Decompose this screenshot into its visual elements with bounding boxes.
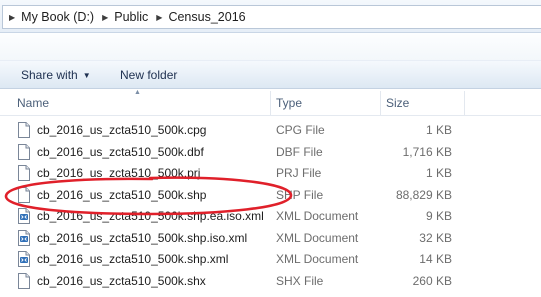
- share-with-label: Share with: [21, 68, 78, 82]
- chevron-right-icon[interactable]: ▶: [9, 13, 15, 22]
- file-size: 88,829 KB: [395, 187, 452, 202]
- blank-file-icon: [18, 272, 30, 289]
- file-name[interactable]: cb_2016_us_zcta510_500k.prj: [37, 166, 200, 180]
- file-row[interactable]: cb_2016_us_zcta510_500k.prj PRJ File 1 KB: [0, 163, 541, 184]
- file-name[interactable]: cb_2016_us_zcta510_500k.shx: [37, 274, 206, 288]
- menu-band: [0, 33, 541, 60]
- breadcrumb[interactable]: ▶ My Book (D:) ▶ Public ▶ Census_2016: [2, 5, 541, 29]
- new-folder-button[interactable]: New folder: [120, 68, 177, 82]
- file-size: 260 KB: [412, 273, 452, 288]
- column-header-type[interactable]: Type: [276, 96, 302, 110]
- file-type: DBF File: [276, 144, 323, 159]
- share-with-button[interactable]: Share with ▼: [21, 68, 91, 82]
- xml-document-icon: [18, 208, 30, 224]
- column-divider[interactable]: [270, 91, 271, 115]
- file-row[interactable]: cb_2016_us_zcta510_500k.shp.iso.xml XML D…: [0, 228, 541, 249]
- column-header-size[interactable]: Size: [386, 96, 409, 110]
- file-type: PRJ File: [276, 166, 322, 180]
- file-type: XML Document: [276, 252, 359, 266]
- address-bar: ▶ My Book (D:) ▶ Public ▶ Census_2016: [0, 0, 541, 33]
- column-divider[interactable]: [464, 91, 465, 115]
- file-size: 14 KB: [419, 252, 452, 266]
- sort-ascending-icon: ▲: [134, 89, 141, 96]
- file-type: SHX File: [276, 273, 324, 288]
- file-row[interactable]: cb_2016_us_zcta510_500k.dbf DBF File 1,716…: [0, 142, 541, 163]
- file-row[interactable]: cb_2016_us_zcta510_500k.shp.ea.iso.xml XM…: [0, 206, 541, 227]
- blank-file-icon: [18, 143, 30, 160]
- file-name[interactable]: cb_2016_us_zcta510_500k.shp.iso.xml: [37, 231, 247, 245]
- file-type: SHP File: [276, 187, 324, 202]
- command-toolbar: Share with ▼ New folder: [0, 60, 541, 89]
- chevron-right-icon[interactable]: ▶: [156, 13, 162, 22]
- breadcrumb-census-2016[interactable]: Census_2016: [168, 10, 245, 24]
- xml-document-icon: [18, 251, 30, 267]
- file-name[interactable]: cb_2016_us_zcta510_500k.shp: [37, 188, 206, 202]
- file-row[interactable]: cb_2016_us_zcta510_500k.shp.xml XML Docum…: [0, 249, 541, 270]
- column-header-name[interactable]: Name: [17, 96, 49, 110]
- file-type: XML Document: [276, 209, 359, 223]
- file-name[interactable]: cb_2016_us_zcta510_500k.cpg: [37, 123, 206, 137]
- blank-file-icon: [18, 122, 30, 138]
- file-name[interactable]: cb_2016_us_zcta510_500k.shp.xml: [37, 252, 228, 266]
- file-size: 32 KB: [419, 230, 452, 245]
- file-type: XML Document: [276, 230, 359, 245]
- xml-document-icon: [18, 229, 30, 246]
- file-name[interactable]: cb_2016_us_zcta510_500k.shp.ea.iso.xml: [37, 209, 264, 223]
- file-row[interactable]: cb_2016_us_zcta510_500k.shp SHP File 88,82…: [0, 185, 541, 206]
- file-size: 1,716 KB: [402, 144, 452, 159]
- column-divider[interactable]: [380, 91, 381, 115]
- breadcrumb-drive[interactable]: My Book (D:): [21, 10, 94, 24]
- file-size: 9 KB: [425, 209, 452, 223]
- file-name[interactable]: cb_2016_us_zcta510_500k.dbf: [37, 145, 204, 159]
- file-type: CPG File: [276, 123, 325, 137]
- breadcrumb-public[interactable]: Public: [114, 10, 148, 24]
- column-header: ▲ Name Type Size: [0, 89, 541, 116]
- file-row[interactable]: cb_2016_us_zcta510_500k.cpg CPG File 1 KB: [0, 120, 541, 141]
- caret-down-icon: ▼: [82, 71, 91, 80]
- blank-file-icon: [18, 186, 30, 203]
- file-size: 1 KB: [425, 123, 452, 137]
- chevron-right-icon[interactable]: ▶: [102, 13, 108, 22]
- file-row[interactable]: cb_2016_us_zcta510_500k.shx SHX File 260 K…: [0, 271, 541, 292]
- file-size: 1 KB: [425, 166, 452, 180]
- blank-file-icon: [18, 165, 30, 181]
